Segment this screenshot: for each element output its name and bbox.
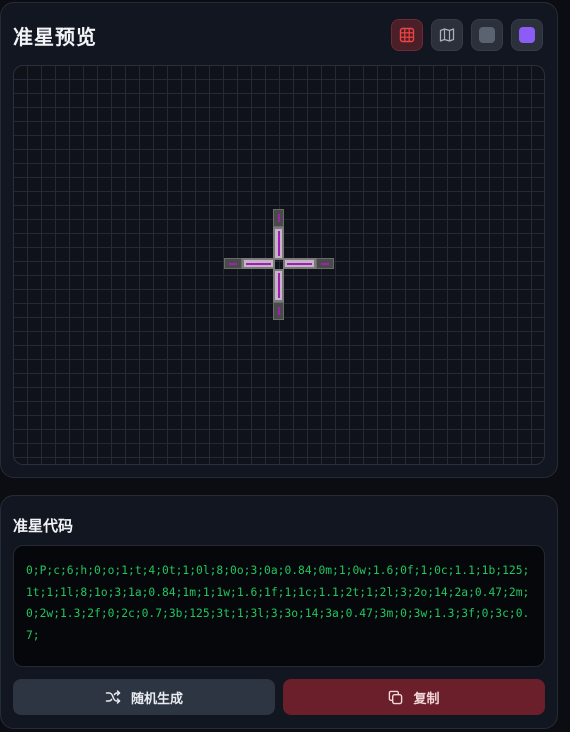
crosshair-inner-left [242,258,275,269]
preview-toolbar [391,19,543,51]
crosshair-inner-right [283,258,316,269]
crosshair-outer-left [224,258,242,269]
copy-label: 复制 [413,691,440,707]
random-generate-label: 随机生成 [130,691,183,707]
copy-icon [389,690,403,704]
gray-background-button[interactable] [471,19,503,51]
grid-toggle-button[interactable] [391,19,423,51]
crosshair-inner-bottom [273,269,284,302]
shuffle-icon [105,690,121,704]
code-title: 准星代码 [13,517,74,535]
purple-background-button[interactable] [511,19,543,51]
preview-title: 准星预览 [13,25,97,49]
map-icon [439,28,455,42]
crosshair-inner-top [273,227,284,260]
grid-icon [399,27,415,43]
crosshair-outer-top [273,209,284,227]
crosshair-preview-panel: 准星预览 [0,2,558,478]
gray-swatch-icon [479,27,495,43]
copy-button[interactable]: 复制 [283,679,545,715]
map-background-button[interactable] [431,19,463,51]
crosshair-outer-bottom [273,302,284,320]
purple-swatch-icon [519,27,535,43]
crosshair-code-text[interactable]: 0;P;c;6;h;0;o;1;t;4;0t;1;0l;8;0o;3;0a;0.… [13,545,545,667]
crosshair-code-panel: 准星代码 0;P;c;6;h;0;o;1;t;4;0t;1;0l;8;0o;3;… [0,495,558,729]
crosshair-canvas [13,65,545,465]
crosshair-outer-right [316,258,334,269]
random-generate-button[interactable]: 随机生成 [13,679,275,715]
